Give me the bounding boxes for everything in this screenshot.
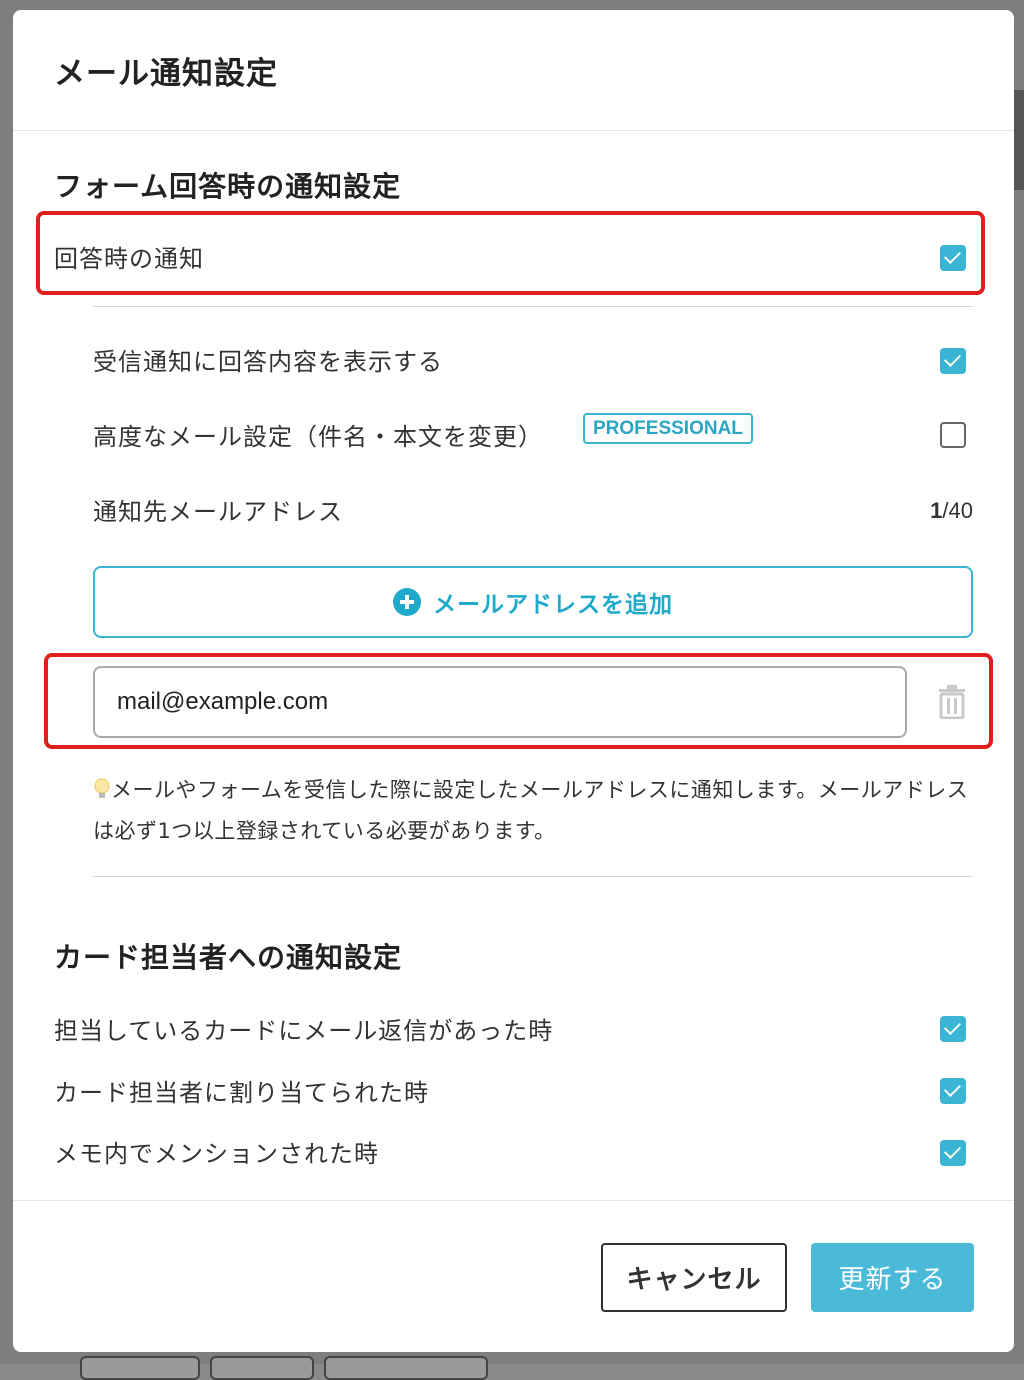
cancel-button[interactable]: キャンセル [601,1243,787,1312]
email-field[interactable] [93,666,907,738]
card-reply-label: 担当しているカードにメール返信があった時 [54,1017,554,1045]
advanced-settings-checkbox[interactable] [940,422,966,448]
update-button[interactable]: 更新する [811,1243,974,1312]
add-email-button[interactable]: メールアドレスを追加 [93,566,973,638]
recipient-max: /40 [942,498,973,523]
background-strip [1014,90,1024,190]
add-email-label: メールアドレスを追加 [433,592,673,618]
memo-mention-checkbox[interactable] [940,1140,966,1166]
help-text: メールやフォームを受信した際に設定したメールアドレスに通知します。メールアドレス… [93,770,978,852]
trash-icon[interactable] [937,685,967,719]
background-buttons [80,1356,488,1380]
answer-notify-checkbox[interactable] [940,245,966,271]
card-assigned-checkbox[interactable] [940,1078,966,1104]
form-section-title: フォーム回答時の通知設定 [54,170,402,203]
recipients-label: 通知先メールアドレス [93,498,343,526]
recipient-counter: 1/40 [930,498,973,524]
divider [93,876,973,877]
divider [93,306,973,307]
plus-circle-icon [393,588,421,616]
answer-notify-label: 回答時の通知 [54,245,204,273]
professional-badge: PROFESSIONAL [583,413,753,444]
footer-divider [13,1200,1014,1201]
card-section-title: カード担当者への通知設定 [54,941,403,974]
card-assigned-label: カード担当者に割り当てられた時 [54,1079,429,1107]
card-reply-checkbox[interactable] [940,1016,966,1042]
advanced-settings-label: 高度なメール設定（件名・本文を変更） [93,423,543,451]
lightbulb-icon [94,778,110,798]
show-content-label: 受信通知に回答内容を表示する [93,348,443,376]
modal-title: メール通知設定 [54,56,278,92]
help-text-content: メールやフォームを受信した際に設定したメールアドレスに通知します。メールアドレス… [93,778,969,843]
modal-header: メール通知設定 [13,10,1014,131]
email-notification-modal: メール通知設定 フォーム回答時の通知設定 回答時の通知 受信通知に回答内容を表示… [13,10,1014,1352]
show-content-checkbox[interactable] [940,348,966,374]
memo-mention-label: メモ内でメンションされた時 [54,1140,379,1168]
recipient-count: 1 [930,498,943,523]
